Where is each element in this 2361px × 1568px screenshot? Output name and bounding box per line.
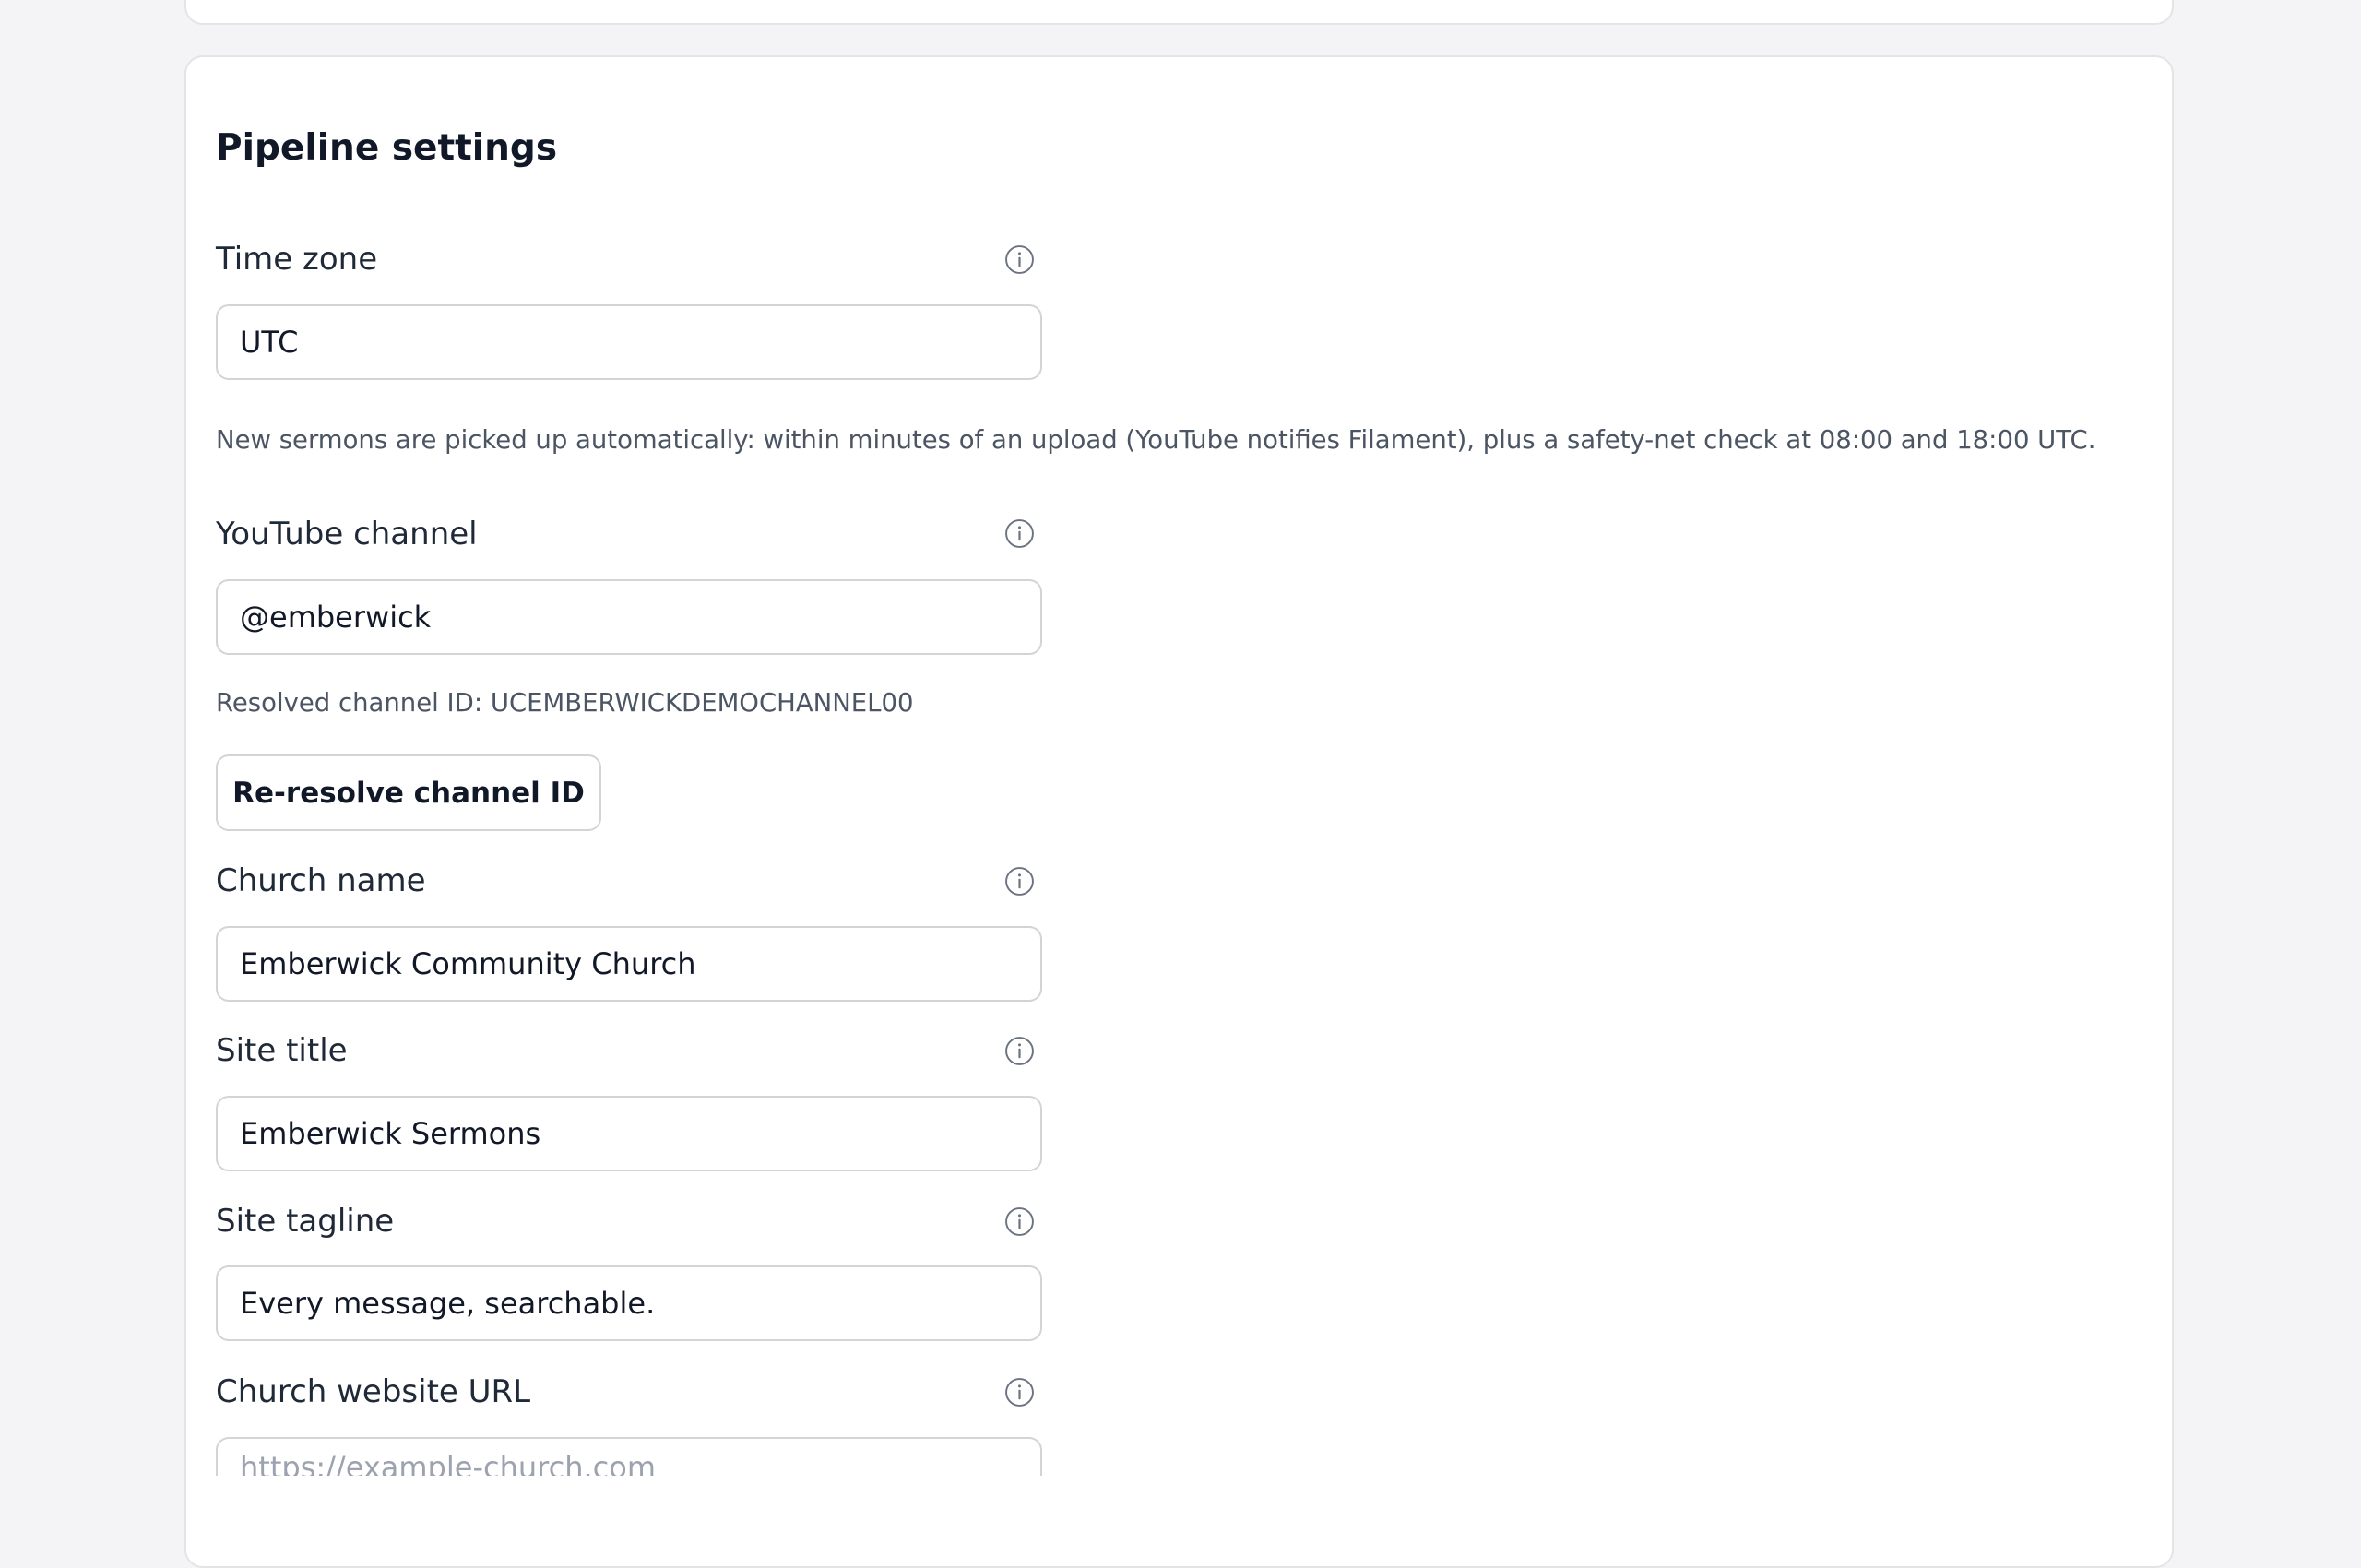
info-circle-icon[interactable] bbox=[1004, 1036, 1035, 1066]
church-website-url-input[interactable] bbox=[216, 1437, 1042, 1476]
site-title-input[interactable] bbox=[216, 1096, 1042, 1171]
info-circle-icon[interactable] bbox=[1004, 1377, 1035, 1408]
info-circle-icon[interactable] bbox=[1004, 244, 1035, 275]
youtube-channel-input[interactable] bbox=[216, 579, 1042, 655]
previous-section-card bbox=[184, 0, 2174, 25]
re-resolve-channel-id-button[interactable]: Re-resolve channel ID bbox=[216, 754, 601, 831]
site-tagline-label: Site tagline bbox=[216, 1203, 395, 1240]
site-title-label: Site title bbox=[216, 1032, 348, 1069]
info-circle-icon[interactable] bbox=[1004, 866, 1035, 897]
section-title: Pipeline settings bbox=[216, 127, 558, 169]
time-zone-input[interactable] bbox=[216, 304, 1042, 380]
church-name-label: Church name bbox=[216, 862, 426, 899]
time-zone-helper-text: New sermons are picked up automatically:… bbox=[216, 425, 2096, 455]
site-tagline-input[interactable] bbox=[216, 1265, 1042, 1341]
info-circle-icon[interactable] bbox=[1004, 518, 1035, 549]
church-website-url-label: Church website URL bbox=[216, 1373, 531, 1410]
time-zone-label: Time zone bbox=[216, 241, 378, 278]
church-name-input[interactable] bbox=[216, 926, 1042, 1002]
youtube-channel-label: YouTube channel bbox=[216, 516, 478, 552]
info-circle-icon[interactable] bbox=[1004, 1206, 1035, 1237]
resolved-channel-id-text: Resolved channel ID: UCEMBERWICKDEMOCHAN… bbox=[216, 688, 914, 718]
